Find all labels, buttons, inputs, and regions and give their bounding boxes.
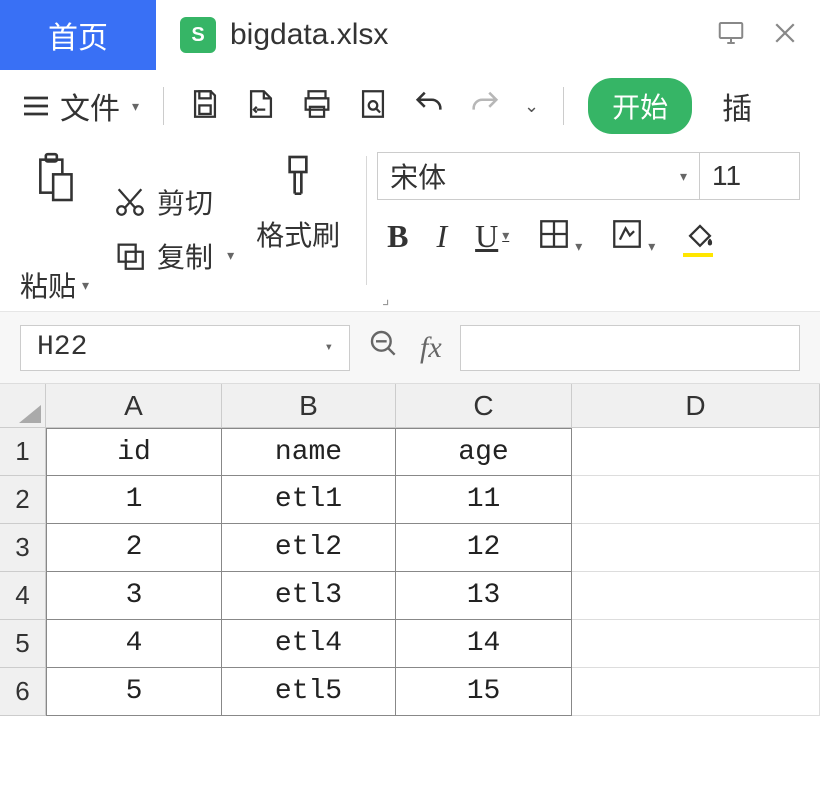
- row-header[interactable]: 1: [0, 428, 46, 476]
- cell-reference-value: H22: [37, 332, 87, 363]
- copy-label: 复制: [157, 236, 213, 276]
- cell[interactable]: etl4: [222, 620, 396, 668]
- cell[interactable]: 2: [46, 524, 222, 572]
- font-name-value: 宋体: [390, 156, 446, 196]
- cut-button[interactable]: 剪切: [113, 182, 234, 222]
- column-header[interactable]: C: [396, 384, 572, 428]
- cell[interactable]: 5: [46, 668, 222, 716]
- cell[interactable]: 11: [396, 476, 572, 524]
- font-size-select[interactable]: 11: [700, 152, 800, 200]
- cell[interactable]: name: [222, 428, 396, 476]
- spreadsheet-app-icon: S: [180, 17, 216, 53]
- cell[interactable]: 12: [396, 524, 572, 572]
- ribbon-tab-start[interactable]: 开始: [588, 78, 692, 134]
- print-icon[interactable]: [300, 87, 334, 126]
- column-header[interactable]: B: [222, 384, 396, 428]
- save-icon[interactable]: [188, 87, 222, 126]
- font-size-value: 11: [712, 160, 741, 192]
- row-header[interactable]: 5: [0, 620, 46, 668]
- zoom-out-icon[interactable]: [368, 328, 400, 368]
- close-icon[interactable]: [770, 18, 800, 53]
- cell[interactable]: etl3: [222, 572, 396, 620]
- copy-button[interactable]: 复制 ▾: [113, 236, 234, 276]
- ribbon-separator: [366, 156, 367, 285]
- ribbon: 粘贴 ▾ 剪切 复制 ▾ 格式刷 宋体 ▾ 11 B: [0, 142, 820, 312]
- cell[interactable]: age: [396, 428, 572, 476]
- save-as-icon[interactable]: [244, 87, 278, 126]
- cell[interactable]: 1: [46, 476, 222, 524]
- cell-style-button[interactable]: ▾: [610, 217, 655, 256]
- cut-label: 剪切: [157, 182, 213, 222]
- cell[interactable]: [572, 428, 820, 476]
- cell[interactable]: etl5: [222, 668, 396, 716]
- cell[interactable]: 14: [396, 620, 572, 668]
- row-header[interactable]: 2: [0, 476, 46, 524]
- group-launcher-icon[interactable]: ⌟: [382, 289, 390, 309]
- spreadsheet-grid: A B C D 1 id name age 2 1 etl1 11 3 2 et…: [0, 384, 820, 716]
- tab-home[interactable]: 首页: [0, 0, 156, 70]
- row-header[interactable]: 6: [0, 668, 46, 716]
- cell[interactable]: etl1: [222, 476, 396, 524]
- column-header[interactable]: A: [46, 384, 222, 428]
- ribbon-tab-insert[interactable]: 插: [722, 84, 752, 128]
- row-header[interactable]: 3: [0, 524, 46, 572]
- menu-separator: [163, 87, 164, 125]
- file-menu-label: 文件: [60, 84, 120, 128]
- tab-document[interactable]: S bigdata.xlsx: [156, 0, 412, 70]
- column-header[interactable]: D: [572, 384, 820, 428]
- cell[interactable]: 13: [396, 572, 572, 620]
- title-bar: 首页 S bigdata.xlsx: [0, 0, 820, 70]
- paste-label: 粘贴: [20, 265, 76, 305]
- menu-separator: [563, 87, 564, 125]
- document-filename: bigdata.xlsx: [230, 18, 388, 52]
- cell[interactable]: [572, 572, 820, 620]
- cell[interactable]: 15: [396, 668, 572, 716]
- cell[interactable]: [572, 476, 820, 524]
- fx-label[interactable]: fx: [420, 331, 442, 365]
- row-header[interactable]: 4: [0, 572, 46, 620]
- undo-icon[interactable]: [412, 87, 446, 126]
- formula-input[interactable]: [460, 325, 800, 371]
- cell[interactable]: [572, 524, 820, 572]
- cell[interactable]: [572, 668, 820, 716]
- monitor-icon[interactable]: [716, 18, 746, 53]
- underline-button[interactable]: U▾: [475, 218, 509, 255]
- cell[interactable]: 3: [46, 572, 222, 620]
- font-name-select[interactable]: 宋体 ▾: [377, 152, 700, 200]
- paste-button[interactable]: [20, 152, 89, 204]
- italic-button[interactable]: I: [436, 218, 447, 255]
- redo-icon[interactable]: [468, 87, 502, 126]
- menu-bar: 文件 ▾ ⌄ 开始 插: [0, 70, 820, 142]
- format-painter-label: 格式刷: [256, 214, 340, 254]
- format-painter-button[interactable]: 格式刷: [234, 152, 362, 305]
- print-preview-icon[interactable]: [356, 87, 390, 126]
- fill-color-button[interactable]: [683, 216, 717, 257]
- cell-reference-box[interactable]: H22 ▾: [20, 325, 350, 371]
- file-menu[interactable]: 文件 ▾: [20, 84, 139, 128]
- cell[interactable]: [572, 620, 820, 668]
- formula-bar: H22 ▾ fx: [0, 312, 820, 384]
- select-all-corner[interactable]: [0, 384, 46, 428]
- cell[interactable]: id: [46, 428, 222, 476]
- borders-button[interactable]: ▾: [537, 217, 582, 256]
- more-icon[interactable]: ⌄: [524, 96, 539, 117]
- cell[interactable]: 4: [46, 620, 222, 668]
- cell[interactable]: etl2: [222, 524, 396, 572]
- bold-button[interactable]: B: [387, 218, 408, 255]
